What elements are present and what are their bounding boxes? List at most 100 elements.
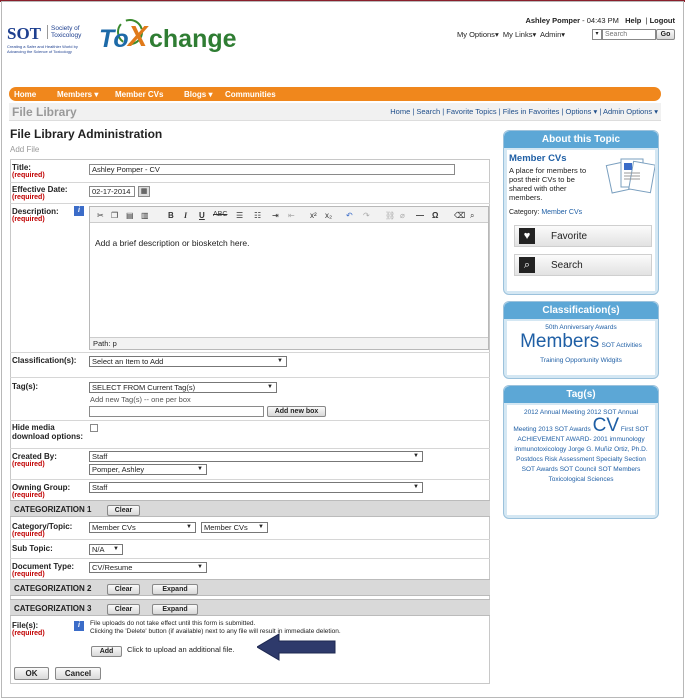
special-char-icon[interactable]: Ω (432, 211, 438, 220)
cancel-button[interactable]: Cancel (55, 667, 101, 680)
tag-link[interactable]: Jorge G. Muñiz Ortiz, Ph.D. (568, 446, 647, 453)
tag-link[interactable]: Toxicological Sciences (548, 476, 613, 483)
sot-logo[interactable]: SOT Society of Toxicology Creating a Safe… (7, 21, 91, 57)
sub-topic-select[interactable]: N/A ▼ (89, 544, 123, 555)
class-tag[interactable]: Training Opportunity Widgits (507, 356, 655, 366)
tags-panel: Tag(s) 2012 Annual Meeting 2012 SOT Annu… (503, 385, 659, 519)
calendar-icon[interactable]: ▦ (138, 186, 150, 197)
files-info-icon[interactable]: i (74, 621, 84, 631)
hide-media-checkbox[interactable] (90, 424, 98, 432)
strike-icon[interactable]: ABC (213, 211, 227, 218)
cat2-expand-button[interactable]: Expand (152, 584, 198, 595)
horizontal-rule-icon[interactable]: — (416, 211, 424, 220)
tag-link[interactable]: SOT Members (598, 466, 640, 473)
copy-icon[interactable]: ❐ (111, 211, 118, 220)
tag-link[interactable]: Postdocs (516, 456, 543, 463)
tag-link[interactable]: immunology (610, 436, 645, 443)
description-editor[interactable]: ✂ ❐ ▤ ▥ B I U ABC ☰ ☷ ⇥ ⇤ x² x₂ ↶ ↷ ⛓ ⌀ … (89, 206, 489, 350)
my-links-menu[interactable]: My Links▾ (503, 30, 536, 39)
nav-blogs[interactable]: Blogs ▾ (184, 90, 212, 99)
logout-link[interactable]: Logout (650, 16, 675, 25)
search-scope-dropdown[interactable]: ▾ (592, 29, 602, 40)
nav-communities[interactable]: Communities (225, 90, 276, 99)
tag-link[interactable]: CV (593, 415, 619, 436)
classification-select[interactable]: Select an Item to Add ▼ (89, 356, 287, 367)
search-button[interactable]: ⌕ Search (514, 254, 652, 276)
date-input[interactable]: 02-17-2014 (89, 186, 135, 197)
subnav-favorite-topics[interactable]: Favorite Topics (446, 107, 496, 116)
topic-name[interactable]: Member CVs (509, 153, 567, 164)
outdent-icon[interactable]: ⇤ (288, 211, 295, 220)
info-icon[interactable]: i (74, 206, 84, 216)
owning-group-select[interactable]: Staff ▼ (89, 482, 423, 493)
search-input[interactable] (602, 29, 656, 40)
cat3-clear-button[interactable]: Clear (107, 604, 140, 615)
title-input[interactable]: Ashley Pomper - CV (89, 164, 455, 175)
subnav-home[interactable]: Home (390, 107, 410, 116)
underline-icon[interactable]: U (199, 211, 205, 220)
tag-link[interactable]: SOT Council (560, 466, 597, 473)
superscript-icon[interactable]: x² (310, 211, 317, 220)
nav-member-cvs[interactable]: Member CVs (115, 90, 163, 99)
created-user-select[interactable]: Pomper, Ashley ▼ (89, 464, 207, 475)
subscript-icon[interactable]: x₂ (325, 211, 332, 220)
cat3-expand-button[interactable]: Expand (152, 604, 198, 615)
categorization-3-header: CATEGORIZATION 3 Clear Expand (10, 599, 490, 616)
categorization-1-header: CATEGORIZATION 1 Clear (10, 500, 490, 517)
classification-panel: Classification(s) 50th Anniversary Award… (503, 301, 659, 379)
category-select[interactable]: Member CVs ▼ (89, 522, 196, 533)
redo-icon[interactable]: ↷ (363, 211, 370, 220)
subnav-search[interactable]: Search (416, 107, 440, 116)
ok-button[interactable]: OK (14, 667, 49, 680)
user-name[interactable]: Ashley Pomper (525, 16, 580, 25)
cat1-clear-button[interactable]: Clear (107, 505, 140, 516)
find-icon[interactable]: ⌕ (470, 211, 474, 221)
tag-link[interactable]: immunotoxicology (514, 446, 566, 453)
undo-icon[interactable]: ↶ (346, 211, 353, 220)
favorite-button[interactable]: ♥ Favorite (514, 225, 652, 247)
indent-icon[interactable]: ⇥ (272, 211, 279, 220)
created-group-select[interactable]: Staff ▼ (89, 451, 423, 462)
admin-menu[interactable]: Admin▾ (540, 30, 565, 39)
document-type-select[interactable]: CV/Resume ▼ (89, 562, 207, 573)
toxchange-logo[interactable]: To X change (97, 16, 247, 60)
tag-link[interactable]: SOT Awards (522, 466, 558, 473)
remove-format-icon[interactable]: ⌫ (454, 211, 465, 220)
add-new-box-button[interactable]: Add new box (267, 406, 326, 417)
italic-icon[interactable]: I (184, 211, 187, 220)
row-divider (10, 539, 490, 540)
tags-hint: Add new Tag(s) -- one per box (90, 395, 191, 404)
cat2-clear-button[interactable]: Clear (107, 584, 140, 595)
bold-icon[interactable]: B (168, 211, 174, 220)
go-button[interactable]: Go (656, 29, 675, 40)
page-title: File Library Administration (10, 127, 163, 141)
bullet-list-icon[interactable]: ☷ (254, 211, 261, 220)
cut-icon[interactable]: ✂ (97, 211, 104, 220)
paste-icon[interactable]: ▤ (126, 211, 134, 220)
subnav-admin-options[interactable]: Admin Options ▾ (603, 107, 658, 116)
page-frame: SOT Society of Toxicology Creating a Safe… (1, 1, 684, 698)
add-file-button[interactable]: Add (91, 646, 122, 657)
paste-word-icon[interactable]: ▥ (141, 211, 149, 220)
new-tag-input[interactable] (89, 406, 264, 417)
tag-link[interactable]: Risk Assessment Specialty Section (545, 456, 646, 463)
tags-select[interactable]: SELECT FROM Current Tag(s) ▼ (89, 382, 277, 393)
tags-label: Tag(s): (12, 382, 39, 391)
class-tag[interactable]: Members (520, 331, 599, 352)
help-link[interactable]: Help (625, 16, 641, 25)
unlink-icon[interactable]: ⌀ (400, 211, 405, 220)
numbered-list-icon[interactable]: ☰ (236, 211, 243, 220)
page-subtitle: Add File (10, 145, 40, 154)
about-topic-body: Member CVs A place for members to post t… (507, 150, 655, 291)
add-file-hint: Click to upload an additional file. (127, 645, 235, 654)
link-icon[interactable]: ⛓ (385, 211, 395, 220)
nav-members[interactable]: Members ▾ (57, 90, 98, 99)
tag-link[interactable]: 2012 Annual Meeting (524, 409, 585, 416)
my-options-menu[interactable]: My Options▾ (457, 30, 499, 39)
nav-home[interactable]: Home (14, 90, 36, 99)
class-tag[interactable]: SOT Activities (602, 342, 642, 349)
subnav-files-in-favorites[interactable]: Files in Favorites (503, 107, 560, 116)
tag-link[interactable]: 2013 SOT Awards (538, 426, 591, 433)
subnav-options[interactable]: Options ▾ (566, 107, 598, 116)
topic-select[interactable]: Member CVs ▼ (201, 522, 268, 533)
